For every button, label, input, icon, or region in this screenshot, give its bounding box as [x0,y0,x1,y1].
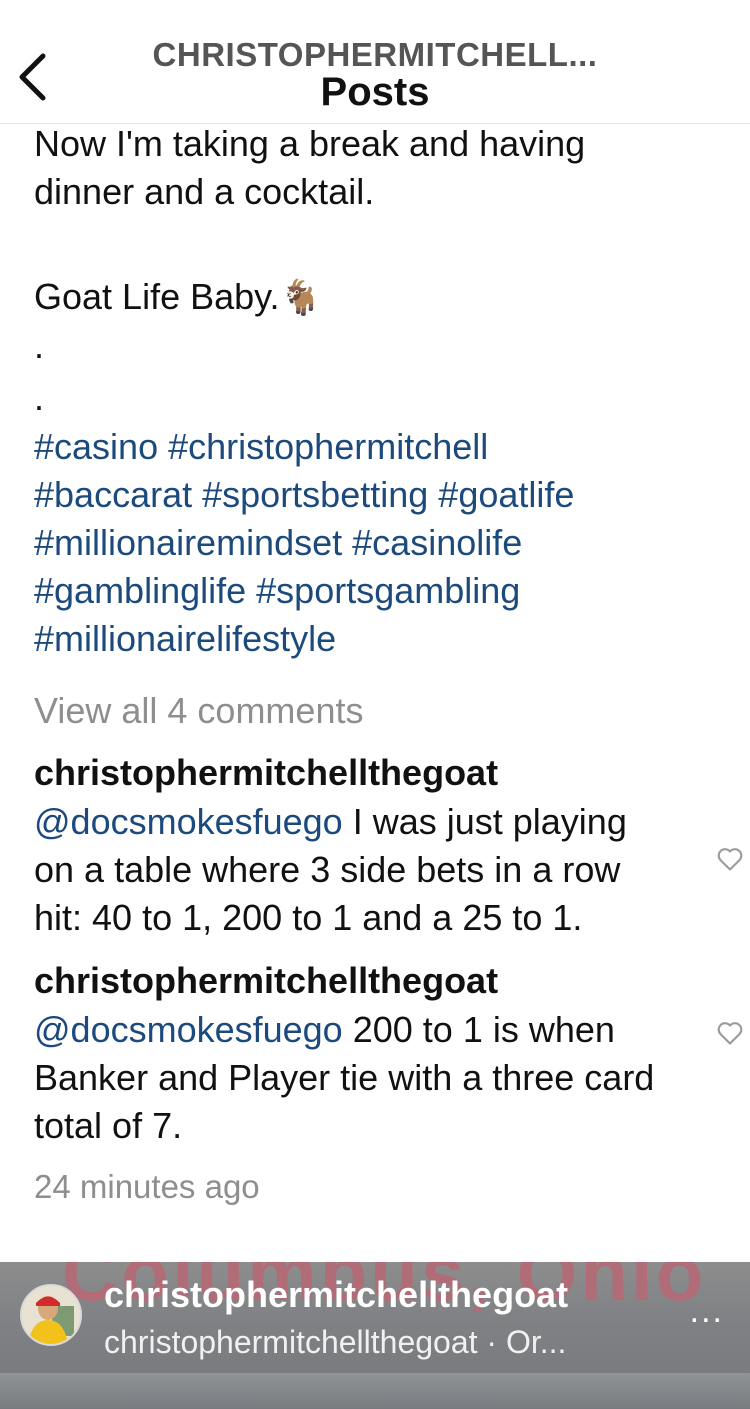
profile-photo [22,1286,80,1344]
next-post-subtitle[interactable]: christophermitchellthegoat · Or... [104,1324,566,1361]
avatar[interactable] [20,1284,82,1346]
hashtag-link[interactable]: #goatlife [438,474,574,515]
account-name: CHRISTOPHERMITCHELL... [152,36,598,73]
comment-mention[interactable]: @docsmokesfuego [34,801,343,842]
hashtag-link[interactable]: #sportsgambling [256,570,520,611]
hashtag-link[interactable]: #casinolife [352,522,522,563]
comment-username[interactable]: christophermitchellthegoat [34,956,684,1006]
comment-username[interactable]: christophermitchellthegoat [34,748,684,798]
post-timestamp: 24 minutes ago [34,1168,260,1205]
hashtag-link[interactable]: #gamblinglife [34,570,246,611]
post-caption-area: Now I'm taking a break and having dinner… [34,120,743,1206]
heart-icon[interactable] [716,846,744,872]
caption-dot: . [34,325,45,366]
top-bar: CHRISTOPHERMITCHELL... Posts [0,0,750,124]
view-all-comments-link[interactable]: View all 4 comments [34,688,684,734]
comment-body: @docsmokesfuego I was just playing on a … [34,798,674,942]
hashtag-link[interactable]: #christophermitchell [168,426,488,467]
next-post-header[interactable]: Columbus, Ohio christophermitchellthegoa… [0,1262,750,1409]
caption-dot: . [34,377,45,418]
caption-text: Goat Life Baby. [34,276,280,317]
hashtag-link[interactable]: #casino [34,426,158,467]
more-options-icon[interactable]: ... [690,1292,724,1331]
hashtag-link[interactable]: #sportsbetting [202,474,428,515]
comment-item: christophermitchellthegoat @docsmokesfue… [34,748,743,942]
comment-body: @docsmokesfuego 200 to 1 is when Banker … [34,1006,674,1150]
caption-line: dinner and a cocktail. [34,171,375,212]
next-post-username[interactable]: christophermitchellthegoat [104,1274,568,1316]
hashtag-link[interactable]: #millionairelifestyle [34,618,336,659]
background-photo [0,1373,750,1409]
post-caption: Now I'm taking a break and having dinner… [34,120,684,423]
caption-line: Now I'm taking a break and having [34,123,586,164]
page-title: Posts [320,70,430,114]
hashtag-link[interactable]: #baccarat [34,474,192,515]
goat-emoji-icon: 🐐 [279,279,322,317]
caption-line: Goat Life Baby.🐐 [34,273,684,322]
hashtag-list: #casino #christophermitchell #baccarat #… [34,423,684,663]
heart-icon[interactable] [716,1020,744,1046]
hashtag-link[interactable]: #millionairemindset [34,522,342,563]
comment-mention[interactable]: @docsmokesfuego [34,1009,343,1050]
comment-item: christophermitchellthegoat @docsmokesfue… [34,956,743,1150]
